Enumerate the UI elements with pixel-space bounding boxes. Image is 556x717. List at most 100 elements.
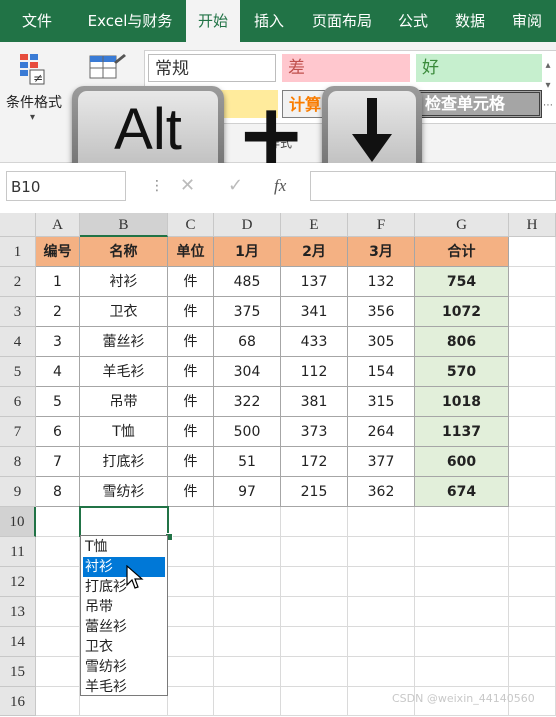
column-header-a[interactable]: A	[36, 213, 80, 237]
empty-cell[interactable]	[281, 687, 348, 716]
row-header[interactable]: 14	[0, 627, 36, 657]
table-cell[interactable]: 羊毛衫	[80, 357, 168, 387]
cancel-icon[interactable]: ✕	[180, 171, 195, 201]
empty-cell[interactable]	[36, 597, 80, 627]
empty-cell[interactable]	[509, 477, 556, 507]
table-cell[interactable]: 215	[281, 477, 348, 507]
column-header-f[interactable]: F	[348, 213, 415, 237]
table-cell[interactable]: 264	[348, 417, 415, 447]
empty-cell[interactable]	[509, 357, 556, 387]
table-cell[interactable]: 806	[415, 327, 509, 357]
row-header[interactable]: 10	[0, 507, 36, 537]
table-cell[interactable]: 381	[281, 387, 348, 417]
chevron-down-icon[interactable]: ▾	[30, 112, 35, 123]
column-header-h[interactable]: H	[509, 213, 556, 237]
empty-cell[interactable]	[509, 417, 556, 447]
empty-cell[interactable]	[509, 447, 556, 477]
empty-cell[interactable]	[214, 687, 281, 716]
empty-cell[interactable]	[509, 267, 556, 297]
empty-cell[interactable]	[214, 507, 281, 537]
dropdown-item[interactable]: 雪纺衫	[83, 657, 165, 677]
empty-cell[interactable]	[415, 567, 509, 597]
table-cell[interactable]: 7	[36, 447, 80, 477]
row-header[interactable]: 16	[0, 687, 36, 716]
tab-review[interactable]: 审阅	[502, 0, 552, 42]
dropdown-item[interactable]: 吊带	[83, 597, 165, 617]
dropdown-item[interactable]: 蕾丝衫	[83, 617, 165, 637]
empty-cell[interactable]	[36, 627, 80, 657]
empty-cell[interactable]	[214, 537, 281, 567]
empty-cell[interactable]	[168, 567, 214, 597]
empty-cell[interactable]	[214, 567, 281, 597]
table-cell[interactable]: 件	[168, 387, 214, 417]
empty-cell[interactable]	[281, 567, 348, 597]
empty-cell[interactable]	[509, 387, 556, 417]
table-cell[interactable]: 件	[168, 477, 214, 507]
empty-cell[interactable]	[281, 537, 348, 567]
empty-cell[interactable]	[415, 657, 509, 687]
pick-from-list-dropdown[interactable]: T恤 衬衫 打底衫 吊带 蕾丝衫 卫衣 雪纺衫 羊毛衫	[80, 535, 168, 696]
empty-cell[interactable]	[509, 657, 556, 687]
row-header[interactable]: 2	[0, 267, 36, 297]
table-header-cell[interactable]: 1月	[214, 237, 281, 267]
table-cell[interactable]: 4	[36, 357, 80, 387]
table-cell[interactable]: 6	[36, 417, 80, 447]
table-cell[interactable]: 件	[168, 447, 214, 477]
active-cell-b10[interactable]	[79, 506, 169, 537]
column-header-d[interactable]: D	[214, 213, 281, 237]
empty-cell[interactable]	[281, 597, 348, 627]
table-cell[interactable]: 1018	[415, 387, 509, 417]
table-cell[interactable]: 674	[415, 477, 509, 507]
row-header[interactable]: 1	[0, 237, 36, 267]
empty-cell[interactable]	[509, 507, 556, 537]
row-header[interactable]: 7	[0, 417, 36, 447]
dropdown-item[interactable]: 羊毛衫	[83, 677, 165, 697]
table-cell[interactable]: 132	[348, 267, 415, 297]
row-header[interactable]: 12	[0, 567, 36, 597]
table-cell[interactable]: 600	[415, 447, 509, 477]
table-cell[interactable]: 375	[214, 297, 281, 327]
empty-cell[interactable]	[348, 537, 415, 567]
table-header-cell[interactable]: 名称	[80, 237, 168, 267]
empty-cell[interactable]	[281, 627, 348, 657]
dropdown-item[interactable]: 卫衣	[83, 637, 165, 657]
table-cell[interactable]: 373	[281, 417, 348, 447]
table-cell[interactable]: 件	[168, 327, 214, 357]
empty-cell[interactable]	[168, 657, 214, 687]
table-cell[interactable]: 蕾丝衫	[80, 327, 168, 357]
row-header[interactable]: 5	[0, 357, 36, 387]
table-cell[interactable]: T恤	[80, 417, 168, 447]
style-good[interactable]: 好	[416, 54, 542, 82]
empty-cell[interactable]	[348, 567, 415, 597]
formula-input[interactable]	[310, 171, 556, 201]
empty-cell[interactable]	[36, 657, 80, 687]
row-header[interactable]: 3	[0, 297, 36, 327]
table-cell[interactable]: 5	[36, 387, 80, 417]
table-cell[interactable]: 172	[281, 447, 348, 477]
format-as-table-button[interactable]	[88, 52, 128, 90]
dropdown-item-selected[interactable]: 衬衫	[83, 557, 165, 577]
table-cell[interactable]: 362	[348, 477, 415, 507]
dropdown-item[interactable]: 打底衫	[83, 577, 165, 597]
table-cell[interactable]: 51	[214, 447, 281, 477]
empty-cell[interactable]	[415, 597, 509, 627]
table-cell[interactable]: 356	[348, 297, 415, 327]
empty-cell[interactable]	[36, 567, 80, 597]
table-cell[interactable]: 485	[214, 267, 281, 297]
empty-cell[interactable]	[509, 567, 556, 597]
column-header-e[interactable]: E	[281, 213, 348, 237]
tab-home[interactable]: 开始	[186, 0, 240, 42]
table-cell[interactable]: 3	[36, 327, 80, 357]
table-cell[interactable]: 雪纺衫	[80, 477, 168, 507]
table-cell[interactable]: 68	[214, 327, 281, 357]
empty-cell[interactable]	[168, 687, 214, 716]
table-cell[interactable]: 500	[214, 417, 281, 447]
tab-page-layout[interactable]: 页面布局	[302, 0, 382, 42]
tab-data[interactable]: 数据	[444, 0, 496, 42]
gallery-scroll[interactable]: ▴ ▾ ⋯	[542, 56, 554, 116]
table-cell[interactable]: 1072	[415, 297, 509, 327]
style-check-cell[interactable]: 检查单元格	[416, 90, 542, 118]
empty-cell[interactable]	[348, 627, 415, 657]
empty-cell[interactable]	[214, 627, 281, 657]
column-header-b[interactable]: B	[80, 213, 168, 237]
